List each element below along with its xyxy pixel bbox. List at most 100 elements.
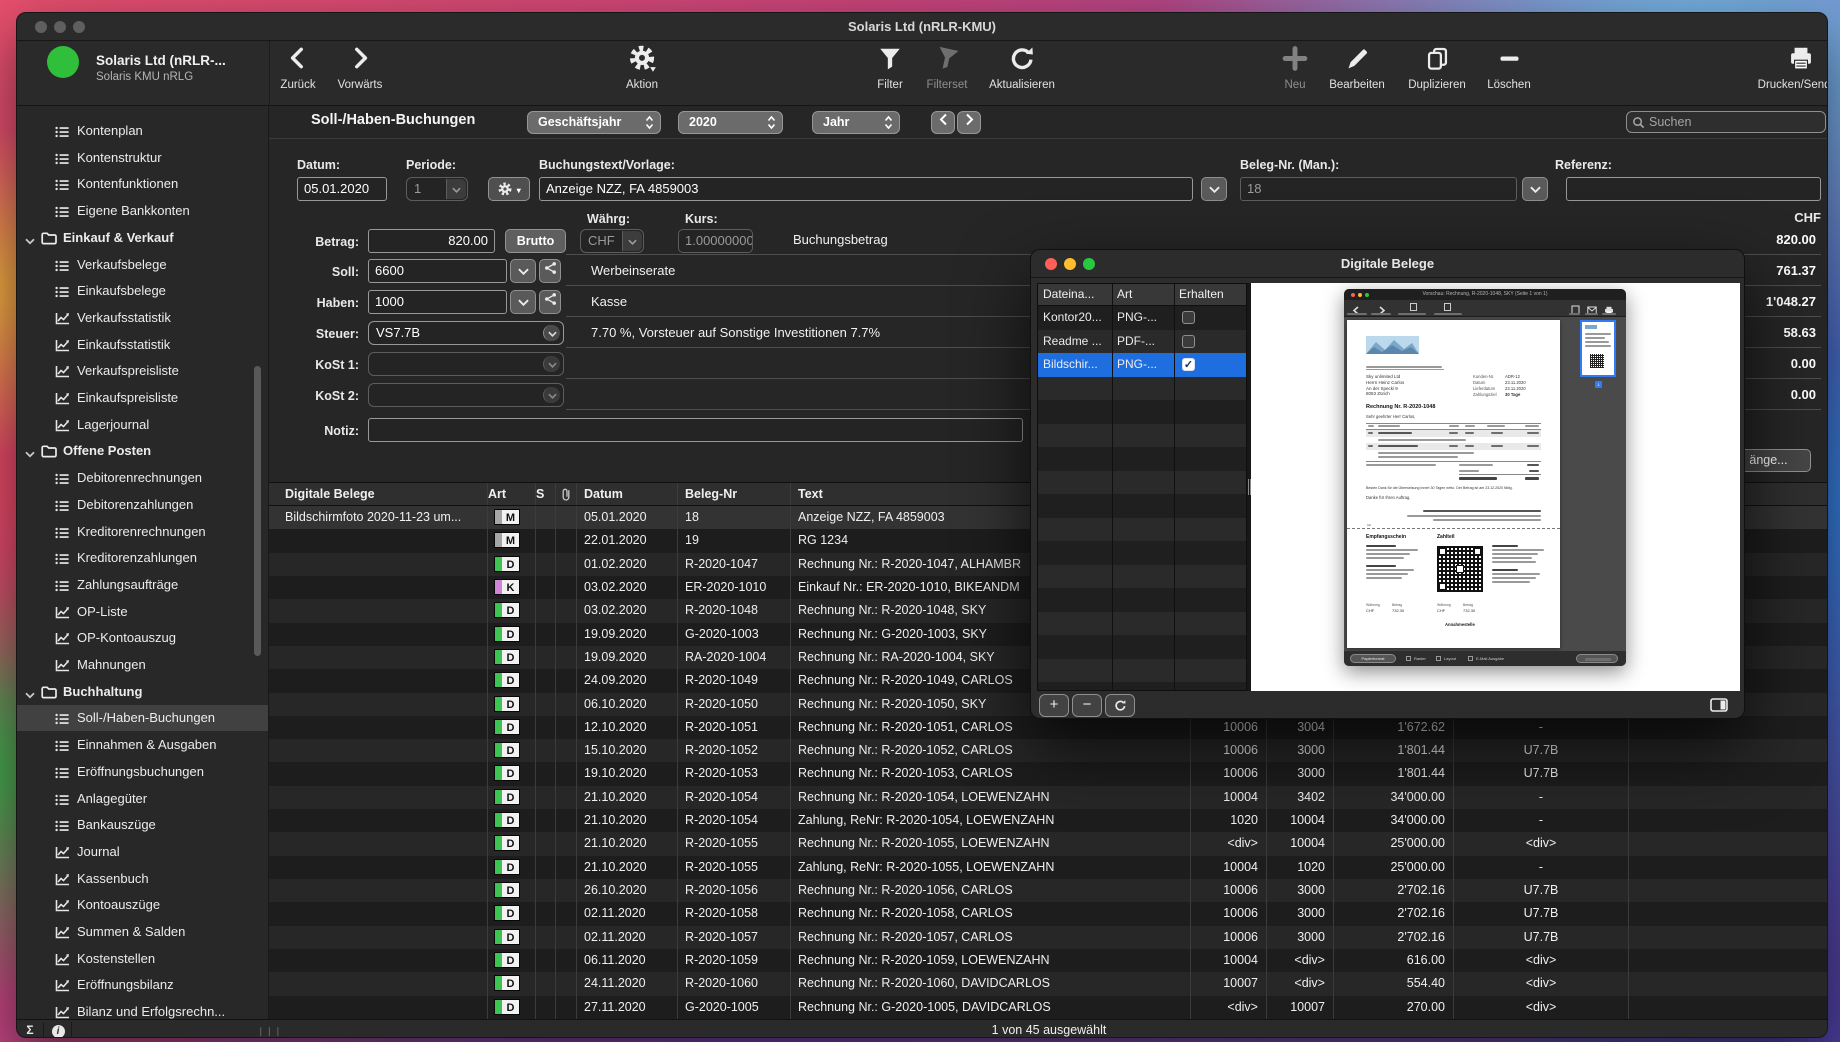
column-header-beleg[interactable]: Beleg-Nr	[678, 483, 791, 505]
received-checkbox[interactable]	[1182, 335, 1195, 348]
sidebar-item-bankausz-ge[interactable]: Bankauszüge	[17, 812, 269, 838]
steuer-field[interactable]: VS7.7B	[368, 321, 564, 345]
haben-field[interactable]: 1000	[368, 290, 507, 314]
chevron-down-icon[interactable]	[543, 387, 560, 403]
received-checkbox[interactable]	[1182, 311, 1195, 324]
sidebar-item-einnahmen-ausgaben[interactable]: Einnahmen & Ausgaben	[17, 732, 269, 758]
sidebar-item-journal[interactable]: Journal	[17, 839, 269, 865]
back-button[interactable]: Zurück	[272, 43, 324, 103]
kurs-field[interactable]: 1.00000000	[678, 229, 753, 253]
soll-share-button[interactable]	[539, 259, 561, 283]
sidebar-item-op-liste[interactable]: OP-Liste	[17, 599, 269, 625]
table-row[interactable]: D21.10.2020R-2020-1055Rechnung Nr.: R-20…	[269, 832, 1828, 855]
page-thumbnail[interactable]	[1580, 320, 1616, 377]
sidebar-item-debitorenzahlungen[interactable]: Debitorenzahlungen	[17, 492, 269, 518]
table-row[interactable]: D24.11.2020R-2020-1060Rechnung Nr.: R-20…	[269, 972, 1828, 995]
sidebar-item-verkaufsbelege[interactable]: Verkaufsbelege	[17, 252, 269, 278]
haben-dropdown-button[interactable]	[510, 290, 536, 314]
info-button[interactable]: i	[45, 1022, 72, 1038]
prev-period-button[interactable]	[931, 111, 955, 134]
sidebar-item-kassenbuch[interactable]: Kassenbuch	[17, 866, 269, 892]
dialog-title-bar[interactable]: Digitale Belege	[1031, 250, 1744, 278]
next-period-button[interactable]	[957, 111, 981, 134]
sidebar-item-kostenstellen[interactable]: Kostenstellen	[17, 946, 269, 972]
table-row[interactable]: D06.11.2020R-2020-1059Rechnung Nr.: R-20…	[269, 949, 1828, 972]
forward-button[interactable]: Vorwärts	[330, 43, 390, 103]
delete-button[interactable]: Löschen	[1481, 43, 1537, 103]
attachment-row[interactable]: Bildschir...PNG-...✓	[1038, 353, 1246, 377]
brutto-button[interactable]: Brutto	[505, 229, 566, 253]
sidebar-item-er-ffnungsbilanz[interactable]: Eröffnungsbilanz	[17, 972, 269, 998]
sidebar-item-kontoausz-ge[interactable]: Kontoauszüge	[17, 892, 269, 918]
minimize-icon[interactable]	[1064, 258, 1076, 270]
sidebar-item-verkaufsstatistik[interactable]: Verkaufsstatistik	[17, 305, 269, 331]
year-dropdown[interactable]: 2020	[678, 111, 783, 134]
toggle-preview-button[interactable]	[1703, 694, 1735, 717]
sidebar-item-anlageg-ter[interactable]: Anlagegüter	[17, 786, 269, 812]
chevron-down-icon[interactable]	[622, 231, 642, 251]
chevron-down-icon[interactable]	[25, 226, 35, 252]
sidebar-item-lagerjournal[interactable]: Lagerjournal	[17, 412, 269, 438]
duplicate-button[interactable]: Duplizieren	[1399, 43, 1475, 103]
col-erhalten[interactable]: Erhalten	[1179, 284, 1224, 305]
sidebar-item-bilanz-und-erfolgsrechn[interactable]: Bilanz und Erfolgsrechn...	[17, 999, 269, 1019]
attachment-row[interactable]: Readme ...PDF-...	[1038, 330, 1246, 354]
fiscal-year-dropdown[interactable]: Geschäftsjahr	[527, 111, 661, 134]
print-send-button[interactable]: Drucken/Senden	[1753, 43, 1828, 103]
waehrung-field[interactable]: CHF	[580, 229, 644, 253]
column-header-s[interactable]: S	[536, 483, 556, 505]
sidebar-item-op-kontoauszug[interactable]: OP-Kontoauszug	[17, 625, 269, 651]
sidebar-item-soll-haben-buchungen[interactable]: Soll-/Haben-Buchungen	[17, 705, 269, 731]
buchungstext-dropdown-button[interactable]	[1201, 177, 1227, 201]
sidebar-item-kontenstruktur[interactable]: Kontenstruktur	[17, 145, 269, 171]
table-row[interactable]: D19.10.2020R-2020-1053Rechnung Nr.: R-20…	[269, 762, 1828, 785]
haben-share-button[interactable]	[539, 290, 561, 314]
column-header-clip[interactable]	[556, 483, 577, 505]
table-row[interactable]: D21.10.2020R-2020-1054Rechnung Nr.: R-20…	[269, 786, 1828, 809]
search-input[interactable]: Suchen	[1626, 111, 1826, 133]
attachment-row[interactable]: Kontor20...PNG-...	[1038, 306, 1246, 330]
beleg-nr-dropdown-button[interactable]	[1522, 177, 1548, 201]
chevron-down-icon[interactable]	[25, 680, 35, 706]
add-attachment-button[interactable]: +	[1039, 694, 1069, 717]
checkbox-icon[interactable]	[1436, 656, 1441, 661]
filterset-button[interactable]: Filterset	[917, 43, 977, 103]
table-row[interactable]: D21.10.2020R-2020-1055Zahlung, ReNr: R-2…	[269, 856, 1828, 879]
table-row[interactable]: D26.10.2020R-2020-1056Rechnung Nr.: R-20…	[269, 879, 1828, 902]
buchungstext-field[interactable]: Anzeige NZZ, FA 4859003	[539, 177, 1193, 201]
soll-field[interactable]: 6600	[368, 259, 507, 283]
zoom-icon[interactable]	[1083, 258, 1095, 270]
template-gear-button[interactable]: ▾	[488, 177, 530, 201]
sidebar-item-einkaufsbelege[interactable]: Einkaufsbelege	[17, 278, 269, 304]
sidebar-item-summen-salden[interactable]: Summen & Salden	[17, 919, 269, 945]
title-bar[interactable]: Solaris Ltd (nRLR-KMU)	[17, 13, 1827, 41]
refresh-button[interactable]: Aktualisieren	[979, 43, 1065, 103]
refresh-attachment-button[interactable]	[1105, 694, 1135, 717]
column-header-art[interactable]: Art	[488, 483, 536, 505]
papierformat-pill[interactable]: Papierformat	[1350, 654, 1396, 663]
chevron-down-icon[interactable]	[543, 325, 560, 341]
kost2-field[interactable]	[368, 383, 564, 407]
table-row[interactable]: D02.11.2020R-2020-1058Rechnung Nr.: R-20…	[269, 902, 1828, 925]
beleg-nr-field[interactable]: 18	[1240, 177, 1517, 201]
table-row[interactable]: D15.10.2020R-2020-1052Rechnung Nr.: R-20…	[269, 739, 1828, 762]
table-row[interactable]: D21.10.2020R-2020-1054Zahlung, ReNr: R-2…	[269, 809, 1828, 832]
kost1-field[interactable]	[368, 352, 564, 376]
sidebar-item-debitorenrechnungen[interactable]: Debitorenrechnungen	[17, 465, 269, 491]
sidebar-item-kontenfunktionen[interactable]: Kontenfunktionen	[17, 171, 269, 197]
granularity-dropdown[interactable]: Jahr	[812, 111, 900, 134]
chevron-down-icon[interactable]	[543, 356, 560, 372]
col-art[interactable]: Art	[1117, 284, 1132, 305]
col-filename[interactable]: Dateina...	[1043, 284, 1094, 305]
sidebar-item-kontenplan[interactable]: Kontenplan	[17, 118, 269, 144]
cancel-pill[interactable]	[1576, 654, 1618, 663]
checkbox-icon[interactable]	[1406, 656, 1411, 661]
chevron-down-icon[interactable]	[446, 179, 466, 199]
notiz-field[interactable]	[368, 418, 1023, 442]
datum-field[interactable]: 05.01.2020	[297, 177, 387, 201]
close-icon[interactable]	[1045, 258, 1057, 270]
new-button[interactable]: Neu	[1275, 43, 1315, 103]
sidebar-item-verkaufspreisliste[interactable]: Verkaufspreisliste	[17, 358, 269, 384]
table-row[interactable]: D27.11.2020G-2020-1005Rechnung Nr.: G-20…	[269, 996, 1828, 1019]
sidebar-item-buchhaltung[interactable]: Buchhaltung	[17, 679, 269, 705]
